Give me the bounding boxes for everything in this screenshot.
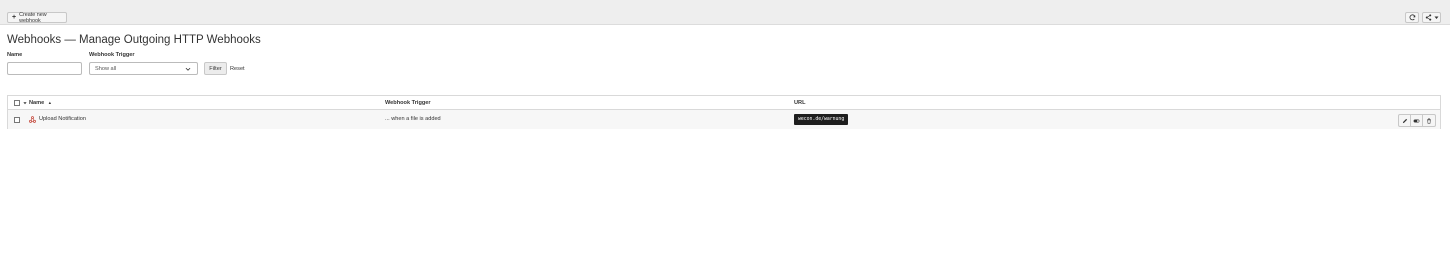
top-toolbar: + Create new webhook [0, 0, 1450, 25]
refresh-icon [1409, 14, 1415, 21]
column-header-name[interactable]: Name ▲ [29, 100, 52, 106]
trigger-selected-value: Show all [95, 65, 117, 72]
chevron-down-icon [185, 67, 191, 71]
column-header-trigger: Webhook Trigger [385, 100, 431, 106]
plus-icon: + [12, 14, 17, 21]
share-icon [1425, 14, 1431, 21]
toggle-button[interactable] [1411, 115, 1423, 126]
sort-ascending-icon: ▲ [47, 100, 52, 105]
trigger-filter-select[interactable]: Show all [89, 62, 198, 75]
row-checkbox[interactable] [14, 116, 20, 123]
webhook-url: wecon.de/warnung [794, 114, 849, 125]
dropdown-caret-icon [1434, 16, 1438, 19]
create-new-webhook-button[interactable]: + Create new webhook [7, 11, 67, 24]
delete-icon [1427, 118, 1431, 124]
refresh-button[interactable] [1405, 12, 1419, 23]
reset-link[interactable]: Reset [230, 66, 245, 72]
toggle-icon [1413, 119, 1420, 122]
filter-button-label: Filter [209, 65, 222, 72]
row-actions [1398, 114, 1436, 127]
create-button-label: Create new webhook [19, 11, 47, 24]
column-header-url: URL [794, 100, 806, 106]
page-title: Webhooks — Manage Outgoing HTTP Webhooks [7, 34, 261, 46]
webhook-name-link[interactable]: Upload Notification [39, 116, 86, 122]
select-menu-caret-icon[interactable] [23, 101, 27, 105]
webhooks-table: Name ▲ Webhook Trigger URL Upload Notifi… [7, 95, 1441, 129]
filter-button[interactable]: Filter [204, 62, 227, 75]
webhook-icon [29, 116, 36, 123]
trigger-filter-label: Webhook Trigger [89, 52, 135, 58]
edit-button[interactable] [1399, 115, 1411, 126]
share-button[interactable] [1422, 12, 1441, 23]
name-filter-label: Name [7, 52, 23, 58]
name-filter-input[interactable] [7, 62, 82, 75]
delete-button[interactable] [1423, 115, 1435, 126]
table-header: Name ▲ Webhook Trigger URL [8, 96, 1440, 110]
table-row: Upload Notification ... when a file is a… [8, 110, 1440, 129]
webhook-trigger: ... when a file is added [385, 116, 441, 122]
edit-icon [1402, 118, 1407, 123]
select-all-checkbox[interactable] [14, 100, 20, 106]
